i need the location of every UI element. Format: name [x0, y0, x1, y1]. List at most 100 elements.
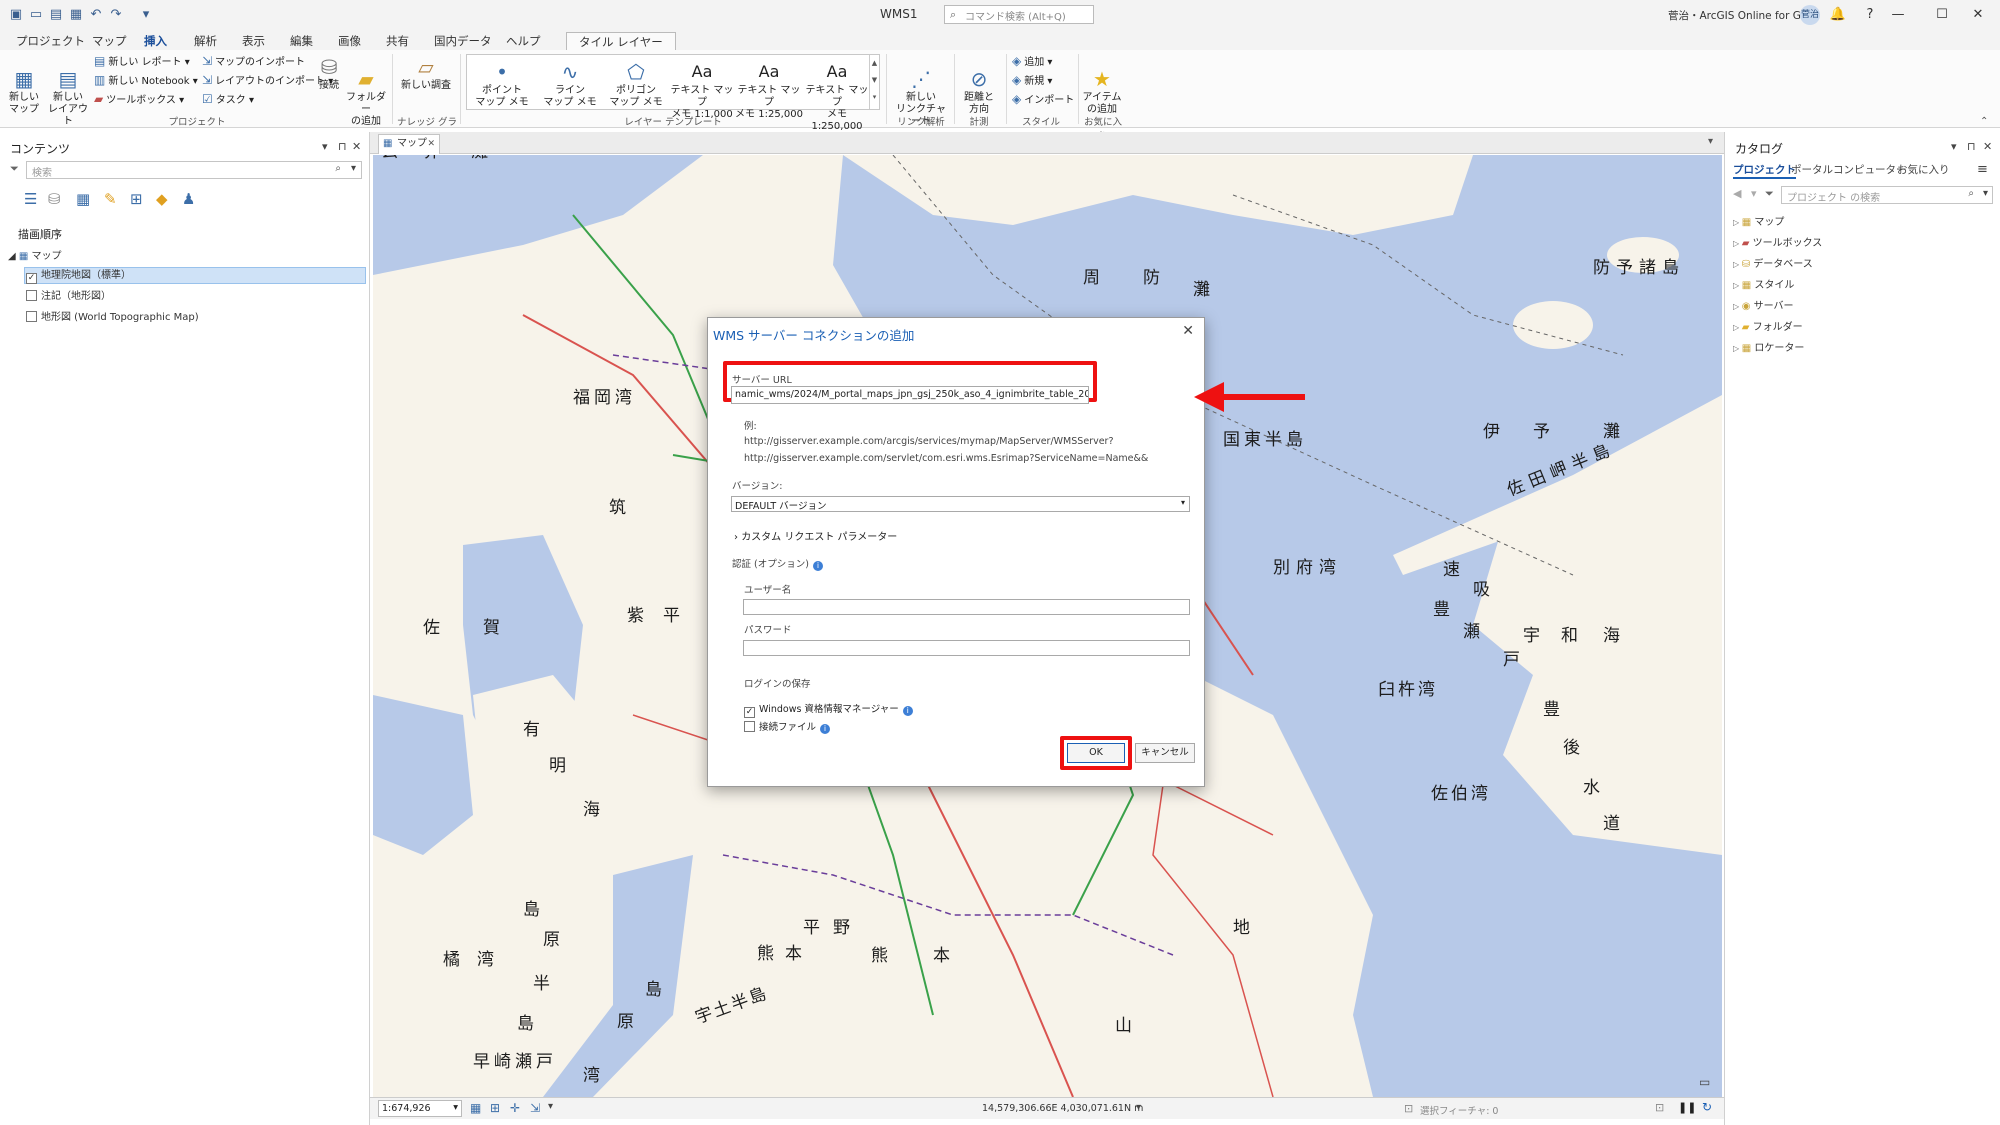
distance-direction-button[interactable]: ⊘ 距離と 方向 [960, 56, 998, 116]
ok-button[interactable]: OK [1067, 743, 1125, 763]
catalog-item-servers[interactable]: ▷ ◉ サーバー [1733, 300, 1794, 314]
chevron-down-icon[interactable]: ▾ [1708, 136, 1713, 147]
tab-catalog-computer[interactable]: コンピューター [1833, 162, 1907, 177]
catalog-item-databases[interactable]: ▷ ⛁ データベース [1733, 258, 1813, 272]
chevron-down-icon[interactable]: ▾ [1983, 188, 1988, 199]
chevron-down-icon[interactable]: ▾ [351, 163, 356, 174]
perspective-icon[interactable]: ♟ [182, 190, 195, 208]
style-add-button[interactable]: ◈ 追加 ▾ [1012, 55, 1052, 69]
collapse-ribbon-icon[interactable]: ⌃ [1980, 116, 1988, 127]
username-input[interactable] [743, 599, 1190, 615]
tab-project[interactable]: プロジェクト [10, 32, 91, 50]
command-search-input[interactable]: ⌕ コマンド検索 (Alt+Q) [944, 5, 1094, 24]
windows-credential-checkbox[interactable]: ✓ [744, 707, 755, 718]
tab-share[interactable]: 共有 [380, 32, 415, 50]
editing-icon[interactable]: ✎ [104, 190, 117, 208]
tab-view[interactable]: 表示 [236, 32, 271, 50]
undo-icon[interactable]: ↶ [88, 7, 104, 23]
search-icon[interactable]: ⌕ [335, 163, 341, 174]
navigate-icon[interactable]: ⇲ [530, 1101, 540, 1115]
contents-search-input[interactable]: 検索 ⌕ ▾ [26, 161, 362, 179]
maximize-icon[interactable]: ☐ [1928, 4, 1956, 26]
tab-analysis[interactable]: 解析 [188, 32, 223, 50]
layer-visibility-checkbox[interactable]: ✓ [26, 273, 37, 284]
filter-icon[interactable]: ⏷ [10, 162, 19, 176]
polygon-map-note-button[interactable]: ⬠ ポリゴン マップ メモ [603, 61, 669, 109]
tab-help[interactable]: ヘルプ [500, 32, 547, 50]
close-icon[interactable]: ✕ [1964, 4, 1992, 26]
close-icon[interactable]: ✕ [1182, 323, 1194, 339]
task-button[interactable]: ☑ タスク ▾ [202, 93, 254, 107]
add-item-favorite-button[interactable]: ★ アイテム の追加 [1082, 56, 1122, 116]
connect-button[interactable]: ⛁ 接続 [314, 56, 344, 92]
catalog-item-folders[interactable]: ▷ ▰ フォルダー [1733, 321, 1803, 335]
tab-catalog-portal[interactable]: ポータル [1791, 162, 1833, 177]
snapping-icon[interactable]: ⊞ [130, 190, 143, 208]
catalog-search-input[interactable]: プロジェクト の検索 ⌕ ▾ [1781, 186, 1993, 204]
close-icon[interactable]: ✕ [352, 140, 361, 153]
customize-qat-icon[interactable]: ▾ [138, 7, 154, 23]
tab-catalog-project[interactable]: プロジェクト [1733, 162, 1796, 179]
open-project-icon[interactable]: ▤ [48, 7, 64, 23]
chevron-down-icon[interactable]: ▾ [548, 1101, 553, 1112]
pane-menu-icon[interactable]: ▾ [322, 140, 328, 153]
user-info[interactable]: 菅治・ArcGIS Online for GSJ [1668, 8, 1811, 23]
pin-icon[interactable]: ⊓ [338, 140, 347, 153]
tab-insert[interactable]: 挿入 [138, 32, 173, 52]
point-map-note-button[interactable]: • ポイント マップ メモ [469, 61, 535, 109]
pause-icon[interactable]: ❚❚ [1678, 1101, 1696, 1114]
text-note-25000-button[interactable]: Aa テキスト マップ メモ 1:25,000 [735, 61, 803, 121]
line-map-note-button[interactable]: ∿ ライン マップ メモ [537, 61, 603, 109]
new-project-icon[interactable]: ▭ [28, 7, 44, 23]
pane-menu-icon[interactable]: ▾ [1951, 140, 1957, 153]
filter-icon[interactable]: ⏷ [1765, 187, 1774, 201]
info-icon[interactable]: i [820, 724, 831, 734]
arcgis-pro-icon[interactable]: ▣ [8, 7, 24, 23]
refresh-icon[interactable]: ↻ [1702, 1100, 1712, 1114]
selection-icon[interactable]: ▦ [76, 190, 90, 208]
drawing-order-icon[interactable]: ☰ [24, 190, 37, 208]
catalog-item-locators[interactable]: ▷ ▦ ロケーター [1733, 342, 1804, 356]
toolbox-button[interactable]: ▰ ツールボックス ▾ [94, 93, 184, 107]
info-icon[interactable]: i [902, 706, 913, 716]
catalog-item-styles[interactable]: ▷ ▦ スタイル [1733, 279, 1794, 293]
style-import-button[interactable]: ◈ インポート [1012, 93, 1074, 107]
snapping-icon[interactable]: ✛ [510, 1101, 520, 1115]
tab-catalog-favorites[interactable]: お気に入り [1897, 162, 1950, 177]
table-icon[interactable]: ⊞ [490, 1101, 500, 1115]
notification-icon[interactable]: 🔔 [1824, 4, 1852, 26]
layer-item-gsi-standard[interactable]: ✓ 地理院地図（標準） [26, 269, 131, 284]
tab-tile-layer[interactable]: タイル レイヤー [566, 32, 676, 52]
avatar[interactable]: 菅治 [1800, 5, 1820, 25]
layer-visibility-checkbox[interactable] [26, 290, 37, 301]
expand-arrow-icon[interactable]: ◢ [8, 251, 16, 262]
search-icon[interactable]: ⌕ [1968, 188, 1974, 199]
labeling-icon[interactable]: ◆ [156, 190, 168, 208]
style-new-button[interactable]: ◈ 新規 ▾ [1012, 74, 1052, 88]
new-report-button[interactable]: ▤ 新しい レポート ▾ [94, 55, 190, 69]
hamburger-menu-icon[interactable]: ≡ [1977, 162, 1988, 177]
new-map-button[interactable]: ▦ 新しい マップ [6, 56, 42, 116]
minimize-icon[interactable]: — [1884, 4, 1912, 26]
new-survey-button[interactable]: ▱ 新しい調査 [398, 56, 454, 92]
chevron-down-icon[interactable]: ▾ [1181, 498, 1185, 507]
custom-request-expander[interactable]: › カスタム リクエスト パラメーター [734, 528, 897, 543]
windows-credential-option[interactable]: ✓ Windows 資格情報マネージャー i [744, 701, 913, 718]
layer-template-gallery[interactable]: • ポイント マップ メモ ∿ ライン マップ メモ ⬠ ポリゴン マップ メモ Aa… [466, 54, 880, 132]
close-icon[interactable]: ✕ [1983, 140, 1992, 153]
layer-item-annotation[interactable]: 注記（地形図） [26, 290, 111, 304]
chevron-down-icon[interactable]: ▾ [1136, 1102, 1141, 1113]
layer-item-world-topo[interactable]: 地形図 (World Topographic Map) [26, 311, 199, 325]
data-source-icon[interactable]: ⛁ [48, 190, 61, 208]
grid-icon[interactable]: ▦ [470, 1101, 481, 1115]
info-icon[interactable]: i [812, 561, 823, 571]
redo-icon[interactable]: ↷ [108, 7, 124, 23]
layer-visibility-checkbox[interactable] [26, 311, 37, 322]
save-icon[interactable]: ▦ [68, 7, 84, 23]
version-select[interactable]: DEFAULT バージョン ▾ [731, 496, 1190, 512]
tab-imagery[interactable]: 画像 [332, 32, 367, 50]
catalog-item-toolboxes[interactable]: ▷ ▰ ツールボックス [1733, 237, 1822, 251]
chevron-down-icon[interactable]: ▾ [453, 1102, 458, 1113]
pin-icon[interactable]: ⊓ [1967, 140, 1976, 153]
close-icon[interactable]: ✕ [427, 135, 435, 153]
